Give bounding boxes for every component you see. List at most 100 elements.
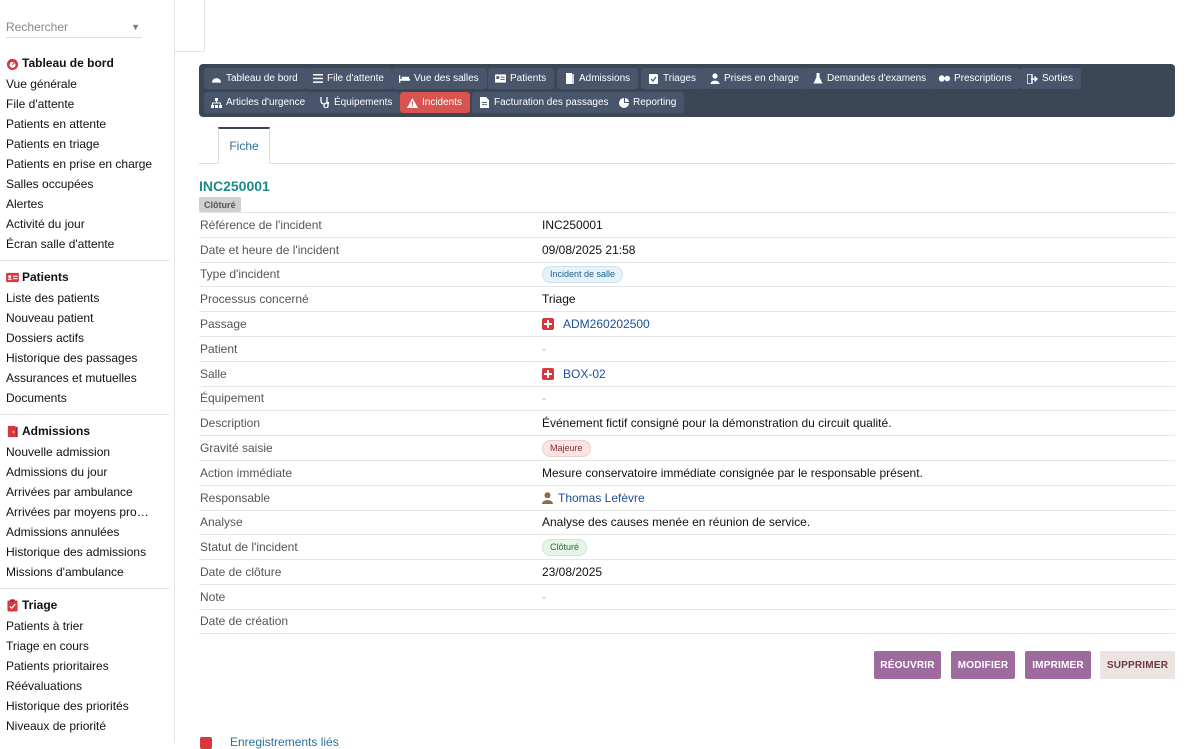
toolbar-sorties[interactable]: Sorties <box>1020 68 1082 89</box>
warning-icon <box>407 97 418 108</box>
toolbar-admissions[interactable]: Admissions <box>557 68 639 89</box>
sidebar-item-file-attente[interactable]: File d'attente <box>0 94 170 114</box>
sidebar-item-patients-attente[interactable]: Patients en attente <box>0 114 170 134</box>
id-card-icon <box>6 271 19 284</box>
sign-out-icon <box>1027 73 1038 84</box>
sidebar-item-historique-passages[interactable]: Historique des passages <box>0 348 170 368</box>
field-label: Description <box>200 416 261 431</box>
sidebar-item-patients-a-trier[interactable]: Patients à trier <box>0 616 170 636</box>
sidebar-heading-patients[interactable]: Patients <box>0 266 174 288</box>
toolbar-articles-urgence[interactable]: Articles d'urgence <box>204 92 314 113</box>
toolbar-prises-en-charge[interactable]: Prises en charge <box>702 68 808 89</box>
sidebar-item-reevaluations[interactable]: Réévaluations <box>0 676 170 696</box>
detail-row-analyse: Analyse Analyse des causes menée en réun… <box>199 509 1175 535</box>
sidebar: Rechercher ▼ Tableau de bord Vue général… <box>0 0 175 743</box>
toolbar-label: Articles d'urgence <box>226 97 306 108</box>
toolbar-reporting[interactable]: Reporting <box>611 92 685 113</box>
detail-row-statut: Statut de l'incident Clôturé <box>199 534 1175 559</box>
sidebar-section-admissions: Admissions Nouvelle admission Admissions… <box>0 420 174 582</box>
sidebar-heading-label: Tableau de bord <box>22 56 114 70</box>
sidebar-item-activite-jour[interactable]: Activité du jour <box>0 214 170 234</box>
detail-row-datetime: Date et heure de l'incident 09/08/2025 2… <box>199 236 1175 262</box>
sidebar-item-arrivees-moyens[interactable]: Arrivées par moyens pro… <box>0 502 170 522</box>
field-label: Responsable <box>200 490 271 505</box>
toolbar-file-attente[interactable]: File d'attente <box>305 68 392 89</box>
toolbar-incidents[interactable]: Incidents <box>400 92 471 113</box>
toolbar-equipements[interactable]: Équipements <box>312 92 401 113</box>
edit-button[interactable]: MODIFIER <box>951 651 1015 679</box>
toolbar-patients[interactable]: Patients <box>488 68 555 89</box>
file-invoice-icon <box>479 97 490 108</box>
toolbar-label: Patients <box>510 73 547 84</box>
sidebar-heading-label: Admissions <box>22 424 91 438</box>
passage-link[interactable]: ADM260202500 <box>563 317 650 331</box>
print-button[interactable]: IMPRIMER <box>1025 651 1091 679</box>
sidebar-item-nouvelle-admission[interactable]: Nouvelle admission <box>0 442 170 462</box>
clipboard-icon <box>648 73 659 84</box>
detail-row-process: Processus concerné Triage <box>199 286 1175 311</box>
sidebar-item-nouveau-patient[interactable]: Nouveau patient <box>0 308 170 328</box>
toolbar-triages[interactable]: Triages <box>641 68 704 89</box>
field-value: 23/08/2025 <box>542 565 603 580</box>
sidebar-item-alertes[interactable]: Alertes <box>0 194 170 214</box>
toolbar-prescriptions[interactable]: Prescriptions <box>932 68 1020 89</box>
sidebar-item-prise-en-charge[interactable]: Patients en prise en charge <box>0 154 170 174</box>
reopen-button[interactable]: RÉOUVRIR <box>874 651 941 679</box>
sidebar-heading-dashboard[interactable]: Tableau de bord <box>0 52 174 74</box>
tab-fiche[interactable]: Fiche <box>218 127 270 164</box>
toolbar-tableau-de-bord[interactable]: Tableau de bord <box>204 68 306 89</box>
pills-icon <box>939 73 950 84</box>
field-value: Triage <box>542 292 576 307</box>
sidebar-item-patients-prioritaires[interactable]: Patients prioritaires <box>0 656 170 676</box>
field-value: BOX-02 <box>542 367 606 381</box>
sidebar-item-salles-occupees[interactable]: Salles occupées <box>0 174 170 194</box>
sidebar-item-triage-en-cours[interactable]: Triage en cours <box>0 636 170 656</box>
sidebar-divider <box>0 414 170 415</box>
sidebar-divider <box>0 588 170 589</box>
detail-row-responsable: Responsable Thomas Lefèvre <box>199 484 1175 510</box>
toolbar-label: Prescriptions <box>954 73 1012 84</box>
sidebar-item-documents[interactable]: Documents <box>0 388 170 408</box>
sidebar-item-vue-generale[interactable]: Vue générale <box>0 74 170 94</box>
clipboard-icon <box>6 598 19 612</box>
field-value: - <box>542 589 546 604</box>
sidebar-item-dossiers-actifs[interactable]: Dossiers actifs <box>0 328 170 348</box>
field-label: Date de création <box>200 614 289 629</box>
toolbar-vue-salles[interactable]: Vue des salles <box>392 68 487 89</box>
detail-row-creation: Date de création <box>199 608 1175 634</box>
sidebar-section-triage: Triage Patients à trier Triage en cours … <box>0 594 174 736</box>
sidebar-item-niveaux-priorite[interactable]: Niveaux de priorité <box>0 716 170 736</box>
field-label: Date de clôture <box>200 565 282 580</box>
field-value: - <box>542 391 546 406</box>
sidebar-item-ecran-salle[interactable]: Écran salle d'attente <box>0 234 170 254</box>
sidebar-item-admissions-annulees[interactable]: Admissions annulées <box>0 522 170 542</box>
search-input[interactable]: Rechercher ▼ <box>6 16 142 38</box>
field-label: Action immédiate <box>200 465 293 480</box>
detail-row-description: Description Événement fictif consigné po… <box>199 410 1175 435</box>
toolbar-demandes-examens[interactable]: Demandes d'examens <box>805 68 935 89</box>
sitemap-icon <box>211 97 222 108</box>
toolbar-facturation[interactable]: Facturation des passages <box>472 92 617 113</box>
incident-type-badge: Incident de salle <box>542 265 624 283</box>
chevron-down-icon[interactable]: ▼ <box>131 22 140 32</box>
toolbar-label: Vue des salles <box>414 73 479 84</box>
responsable-link[interactable]: Thomas Lefèvre <box>558 491 645 505</box>
sidebar-item-liste-patients[interactable]: Liste des patients <box>0 288 170 308</box>
sidebar-heading-admissions[interactable]: Admissions <box>0 420 174 442</box>
related-records-link[interactable]: Enregistrements liés <box>230 735 339 749</box>
stethoscope-icon <box>319 97 330 108</box>
toolbar-label: Tableau de bord <box>226 73 298 84</box>
sidebar-item-historique-admissions[interactable]: Historique des admissions <box>0 542 170 562</box>
salle-link[interactable]: BOX-02 <box>563 367 606 381</box>
delete-button[interactable]: SUPPRIMER <box>1100 651 1175 679</box>
sidebar-item-patients-triage[interactable]: Patients en triage <box>0 134 170 154</box>
toolbar-label: Facturation des passages <box>494 97 609 108</box>
sidebar-heading-triage[interactable]: Triage <box>0 594 174 616</box>
sidebar-item-historique-priorites[interactable]: Historique des priorités <box>0 696 170 716</box>
field-label: Gravité saisie <box>200 441 273 456</box>
detail-row-cloture: Date de clôture 23/08/2025 <box>199 559 1175 584</box>
sidebar-item-arrivees-ambulance[interactable]: Arrivées par ambulance <box>0 482 170 502</box>
sidebar-item-admissions-jour[interactable]: Admissions du jour <box>0 462 170 482</box>
sidebar-item-missions-ambulance[interactable]: Missions d'ambulance <box>0 562 170 582</box>
sidebar-item-assurances[interactable]: Assurances et mutuelles <box>0 368 170 388</box>
